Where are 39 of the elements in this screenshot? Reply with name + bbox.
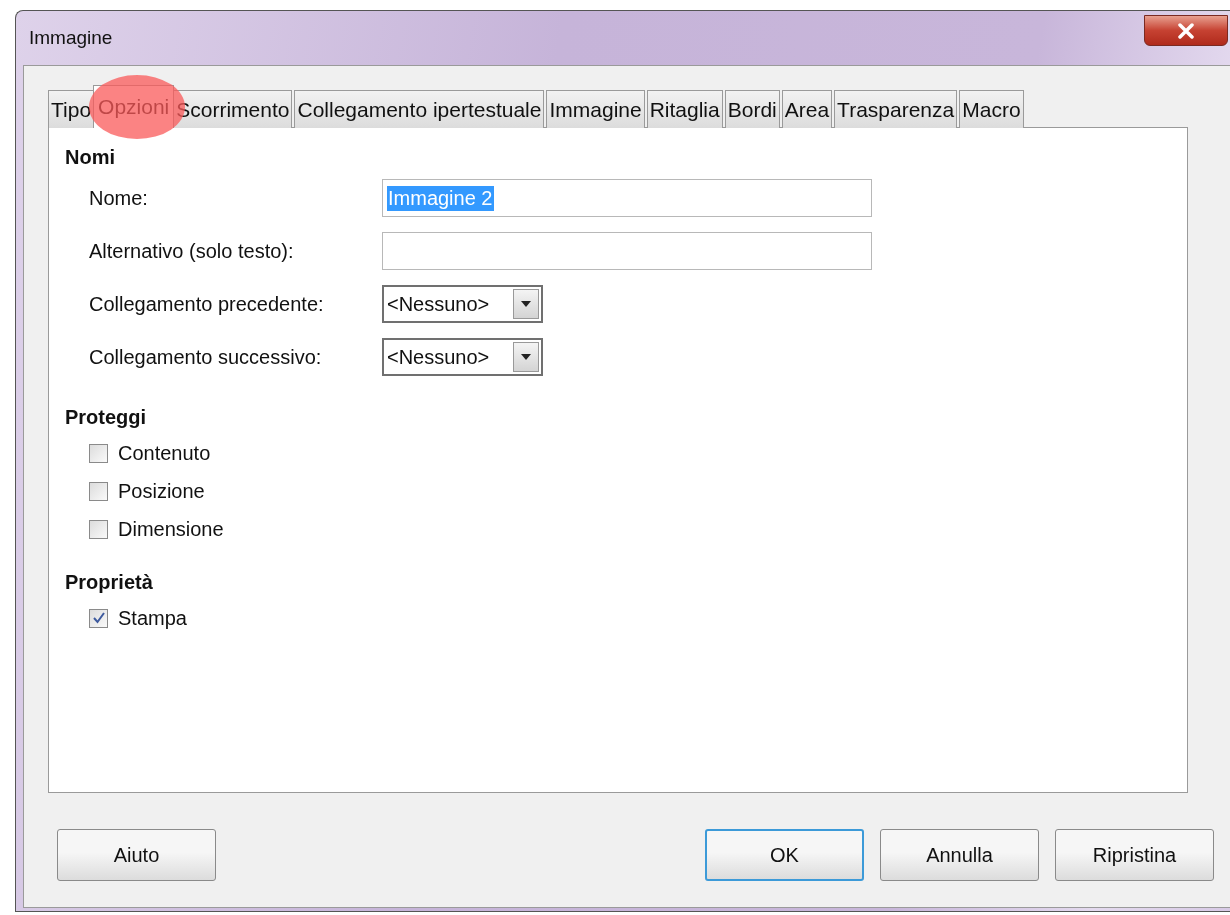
tab[interactable]: Area — [781, 90, 833, 128]
tab[interactable]: Tipo — [48, 90, 95, 128]
checkbox[interactable] — [89, 443, 108, 463]
dropdown-button[interactable] — [513, 289, 539, 319]
checkbox-label[interactable]: Posizione — [118, 479, 205, 503]
dialog-button[interactable]: Ripristina — [1055, 829, 1214, 881]
field-label: Nome: — [89, 186, 148, 210]
field-label: Alternativo (solo testo): — [89, 239, 294, 263]
dialog-button[interactable]: Aiuto — [57, 829, 216, 881]
field-label: Collegamento successivo: — [89, 345, 322, 369]
close-icon — [1175, 22, 1197, 39]
section-heading: Proprietà — [65, 571, 154, 594]
checkbox[interactable] — [89, 608, 108, 628]
dropdown-button[interactable] — [513, 342, 539, 372]
tab[interactable]: Immagine — [546, 90, 645, 128]
caret-icon — [521, 301, 531, 307]
tab[interactable]: Macro — [959, 90, 1024, 128]
dialog-button[interactable]: OK — [705, 829, 864, 881]
caret-icon — [521, 354, 531, 360]
section-heading: Nomi — [65, 146, 116, 169]
checkbox-label[interactable]: Contenuto — [118, 441, 211, 465]
checkmark-icon — [91, 611, 106, 625]
text-field[interactable] — [382, 232, 872, 270]
tab[interactable]: Scorrimento — [173, 90, 293, 128]
tab[interactable]: Ritaglia — [646, 90, 723, 128]
checkbox[interactable] — [89, 481, 108, 501]
tab[interactable]: Bordi — [724, 90, 780, 128]
dropdown[interactable]: <Nessuno> — [382, 285, 543, 323]
close-button[interactable] — [1144, 15, 1228, 46]
checkbox-label[interactable]: Stampa — [118, 606, 187, 630]
window-title: Immagine — [29, 27, 113, 49]
tab[interactable]: Collegamento ipertestuale — [294, 90, 545, 128]
tab[interactable]: Trasparenza — [834, 90, 958, 128]
checkbox-label[interactable]: Dimensione — [118, 517, 224, 541]
dialog-button[interactable]: Annulla — [880, 829, 1039, 881]
dropdown[interactable]: <Nessuno> — [382, 338, 543, 376]
checkbox[interactable] — [89, 519, 108, 539]
field-label: Collegamento precedente: — [89, 292, 324, 316]
section-heading: Proteggi — [65, 406, 148, 429]
